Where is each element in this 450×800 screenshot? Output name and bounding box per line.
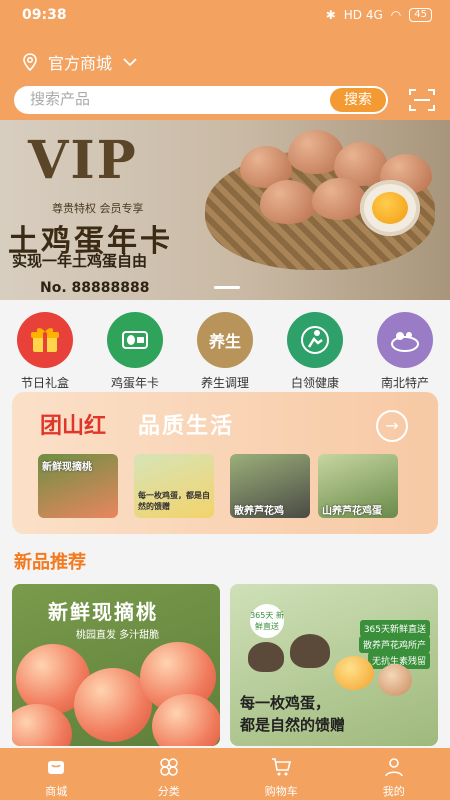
tab-label: 购物车 (264, 785, 298, 798)
tab-cart[interactable]: 购物车 (225, 748, 338, 800)
app-header: 09:38 ✱ HD 4G ◠ 45 官方商城 搜索 (0, 0, 450, 120)
promo-subtitle: 品质生活 (138, 414, 235, 439)
profile-icon (384, 758, 403, 777)
category-item-specialty[interactable]: 南北特产 (360, 312, 450, 391)
battery-icon: 45 (409, 8, 432, 22)
bottom-tab-bar: 商城 分类 购物车 我的 (0, 748, 450, 800)
chevron-down-icon (123, 58, 137, 67)
product-card-title: 新鲜现摘桃 (48, 600, 158, 624)
promo-card[interactable]: 团山红 品质生活 → 新鲜现摘桃 每一枚鸡蛋，都是自然的馈赠 散养芦花鸡 山养芦… (12, 392, 438, 534)
egg-image (260, 180, 316, 224)
promo-thumb-egg-box[interactable]: 山养芦花鸡蛋 (318, 454, 398, 518)
store-selector[interactable]: 官方商城 (22, 50, 138, 74)
promo-thumb-chicken[interactable]: 散养芦花鸡 (230, 454, 310, 518)
store-name: 官方商城 (48, 54, 113, 73)
tab-label: 分类 (157, 785, 180, 798)
search-button[interactable]: 搜索 (330, 88, 386, 112)
tab-profile[interactable]: 我的 (338, 748, 450, 800)
signal-labels: HD 4G (343, 8, 383, 22)
promo-thumb-peach[interactable]: 新鲜现摘桃 (38, 454, 118, 518)
product-card-egg[interactable]: 365天 新鲜直送 365天新鲜直送 散养芦花鸡所产 无抗生素残留 每一枚鸡蛋，… (230, 584, 438, 746)
status-time: 09:38 (22, 7, 67, 23)
category-label: 南北特产 (380, 376, 429, 390)
promo-thumb-text: 山养芦花鸡蛋 (322, 506, 382, 517)
location-pin-icon (23, 53, 37, 71)
cart-icon (272, 758, 292, 776)
promo-thumb-egg[interactable]: 每一枚鸡蛋，都是自然的馈赠 (134, 454, 214, 518)
product-card-line2: 都是自然的馈赠 (240, 716, 346, 734)
category-item-gift-box[interactable]: 节日礼盒 (0, 312, 90, 391)
product-tag: 散养芦花鸡所产 (358, 636, 430, 653)
arrow-right-icon[interactable]: → (376, 410, 408, 442)
gift-box-icon (17, 312, 73, 368)
fitness-icon (287, 312, 343, 368)
mall-icon (48, 761, 65, 774)
scan-icon[interactable] (408, 87, 436, 113)
category-item-egg-card[interactable]: 鸡蛋年卡 (90, 312, 180, 391)
egg-card-icon (107, 312, 163, 368)
search-input[interactable] (30, 90, 300, 108)
chicken-image (290, 634, 330, 668)
tab-mall[interactable]: 商城 (0, 748, 113, 800)
banner-description: 实现一年土鸡蛋自由 (12, 252, 148, 270)
bluetooth-icon: ✱ (325, 8, 336, 22)
product-card-peach[interactable]: 新鲜现摘桃 桃园直发 多汁甜脆 (12, 584, 220, 746)
product-tag: 365天新鲜直送 (359, 620, 430, 637)
specialty-icon (377, 312, 433, 368)
fresh-badge: 365天 新鲜直送 (250, 604, 284, 638)
peach-image (152, 694, 220, 746)
egg-image (378, 664, 412, 696)
promo-thumb-text: 新鲜现摘桃 (42, 462, 92, 473)
tab-label: 商城 (45, 785, 68, 798)
status-icons: ✱ HD 4G ◠ 45 (326, 8, 432, 22)
category-label: 鸡蛋年卡 (110, 376, 159, 390)
tab-label: 我的 (382, 785, 405, 798)
search-bar: 搜索 (14, 86, 388, 114)
egg-image (312, 178, 366, 220)
banner-number: No. 88888888 (40, 280, 150, 296)
wifi-icon: ◠ (390, 8, 402, 22)
egg-yolk-image (334, 656, 374, 690)
product-card-line1: 每一枚鸡蛋， (240, 694, 331, 712)
section-title: 新品推荐 (14, 552, 86, 573)
promo-title: 团山红 (40, 414, 107, 439)
chicken-image (248, 642, 284, 672)
banner-headline: VIP (28, 130, 138, 191)
category-label: 养生调理 (200, 376, 249, 390)
category-label: 节日礼盒 (20, 376, 69, 390)
promo-thumb-text: 每一枚鸡蛋，都是自然的馈赠 (138, 491, 210, 511)
carousel-indicator (214, 286, 240, 289)
category-label: 白领健康 (290, 376, 339, 390)
category-item-fitness[interactable]: 白领健康 (270, 312, 360, 391)
vip-banner[interactable]: VIP 尊贵特权 会员专享 土鸡蛋年卡 实现一年土鸡蛋自由 No. 888888… (0, 120, 450, 300)
product-card-subtitle: 桃园直发 多汁甜脆 (76, 630, 160, 641)
banner-subtitle: 尊贵特权 会员专享 (52, 202, 144, 215)
status-bar: 09:38 ✱ HD 4G ◠ 45 (0, 0, 450, 32)
category-icon (160, 758, 178, 776)
tab-category[interactable]: 分类 (113, 748, 226, 800)
category-item-health-care[interactable]: 养生 养生调理 (180, 312, 270, 391)
promo-thumb-text: 散养芦花鸡 (234, 506, 284, 517)
egg-yolk-image (372, 192, 408, 224)
category-row: 节日礼盒 鸡蛋年卡 养生 养生调理 白领健康 南北特产 (0, 312, 450, 390)
health-care-icon: 养生 (197, 312, 253, 368)
